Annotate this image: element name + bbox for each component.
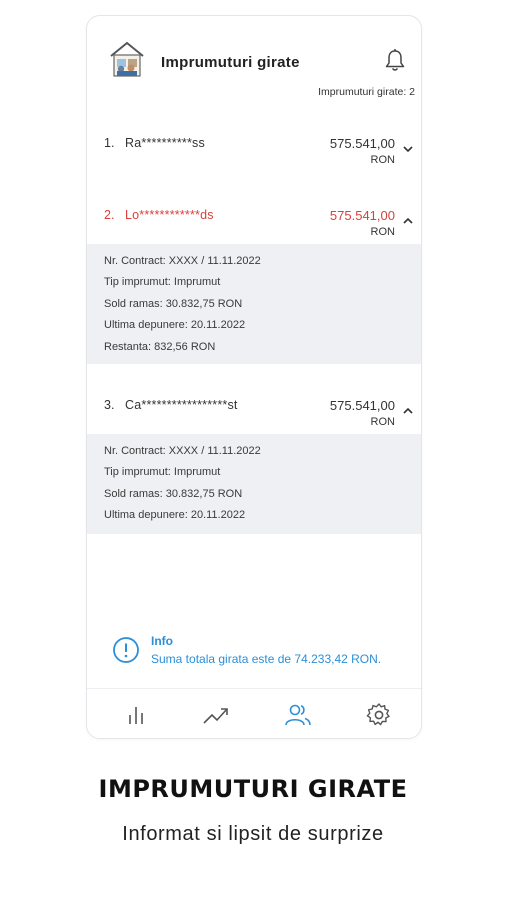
loan-currency: RON [370,416,395,428]
chevron-down-icon[interactable] [402,144,414,154]
settings-icon[interactable] [365,702,393,728]
loan-name: Lo************ds [125,208,214,222]
info-icon [113,637,139,663]
contract-number: Nr. Contract: XXXX / 11.11.2022 [104,445,261,457]
loan-type: Tip imprumut: Imprumut [104,276,221,288]
trend-icon[interactable] [202,702,230,728]
users-icon[interactable] [284,702,312,728]
loan-number: 2. [104,208,115,222]
loan-details: Nr. Contract: XXXX / 11.11.2022 Tip impr… [87,434,421,534]
arrears-amount: Restanta: 832,56 RON [104,341,216,353]
caption-subtitle: Informat si lipsit de surprize [122,823,384,845]
loan-currency: RON [370,154,395,166]
app-header: Imprumuturi girate Imprumuturi girate: 2 [87,16,421,101]
last-deposit: Ultima depunere: 20.11.2022 [104,319,246,331]
chevron-up-icon[interactable] [402,216,414,226]
last-deposit: Ultima depunere: 20.11.2022 [104,509,246,521]
phone-frame: Imprumuturi girate Imprumuturi girate: 2… [86,15,422,739]
remaining-balance: Sold ramas: 30.832,75 RON [104,488,243,500]
loan-amount: 575.541,00 [329,398,395,413]
caption-title: IMPRUMUTURI GIRATE [98,775,408,803]
info-text: Suma totala girata este de 74.233,42 RON… [151,652,382,666]
info-title: Info [151,634,173,648]
loan-name: Ca*****************st [125,398,238,412]
info-banner: Info Suma totala girata este de 74.233,4… [87,616,421,686]
loan-type: Tip imprumut: Imprumut [104,466,221,478]
loan-currency: RON [370,226,395,238]
loan-number: 3. [104,398,115,412]
remaining-balance: Sold ramas: 30.832,75 RON [104,298,243,310]
loan-number: 1. [104,136,115,150]
chart-icon[interactable] [122,702,150,728]
chevron-up-icon[interactable] [402,406,414,416]
bell-icon[interactable] [384,48,406,72]
loans-count: Imprumuturi girate: 2 [318,86,415,98]
loan-row[interactable]: 1. Ra**********ss 575.541,00 RON [87,124,421,184]
loan-amount: 575.541,00 [329,208,395,223]
page-title: Imprumuturi girate [161,54,300,71]
app-logo-icon [110,41,144,77]
loan-details: Nr. Contract: XXXX / 11.11.2022 Tip impr… [87,244,421,364]
loan-amount: 575.541,00 [329,136,395,151]
loan-name: Ra**********ss [125,136,205,150]
contract-number: Nr. Contract: XXXX / 11.11.2022 [104,255,261,267]
bottom-nav [87,688,421,738]
